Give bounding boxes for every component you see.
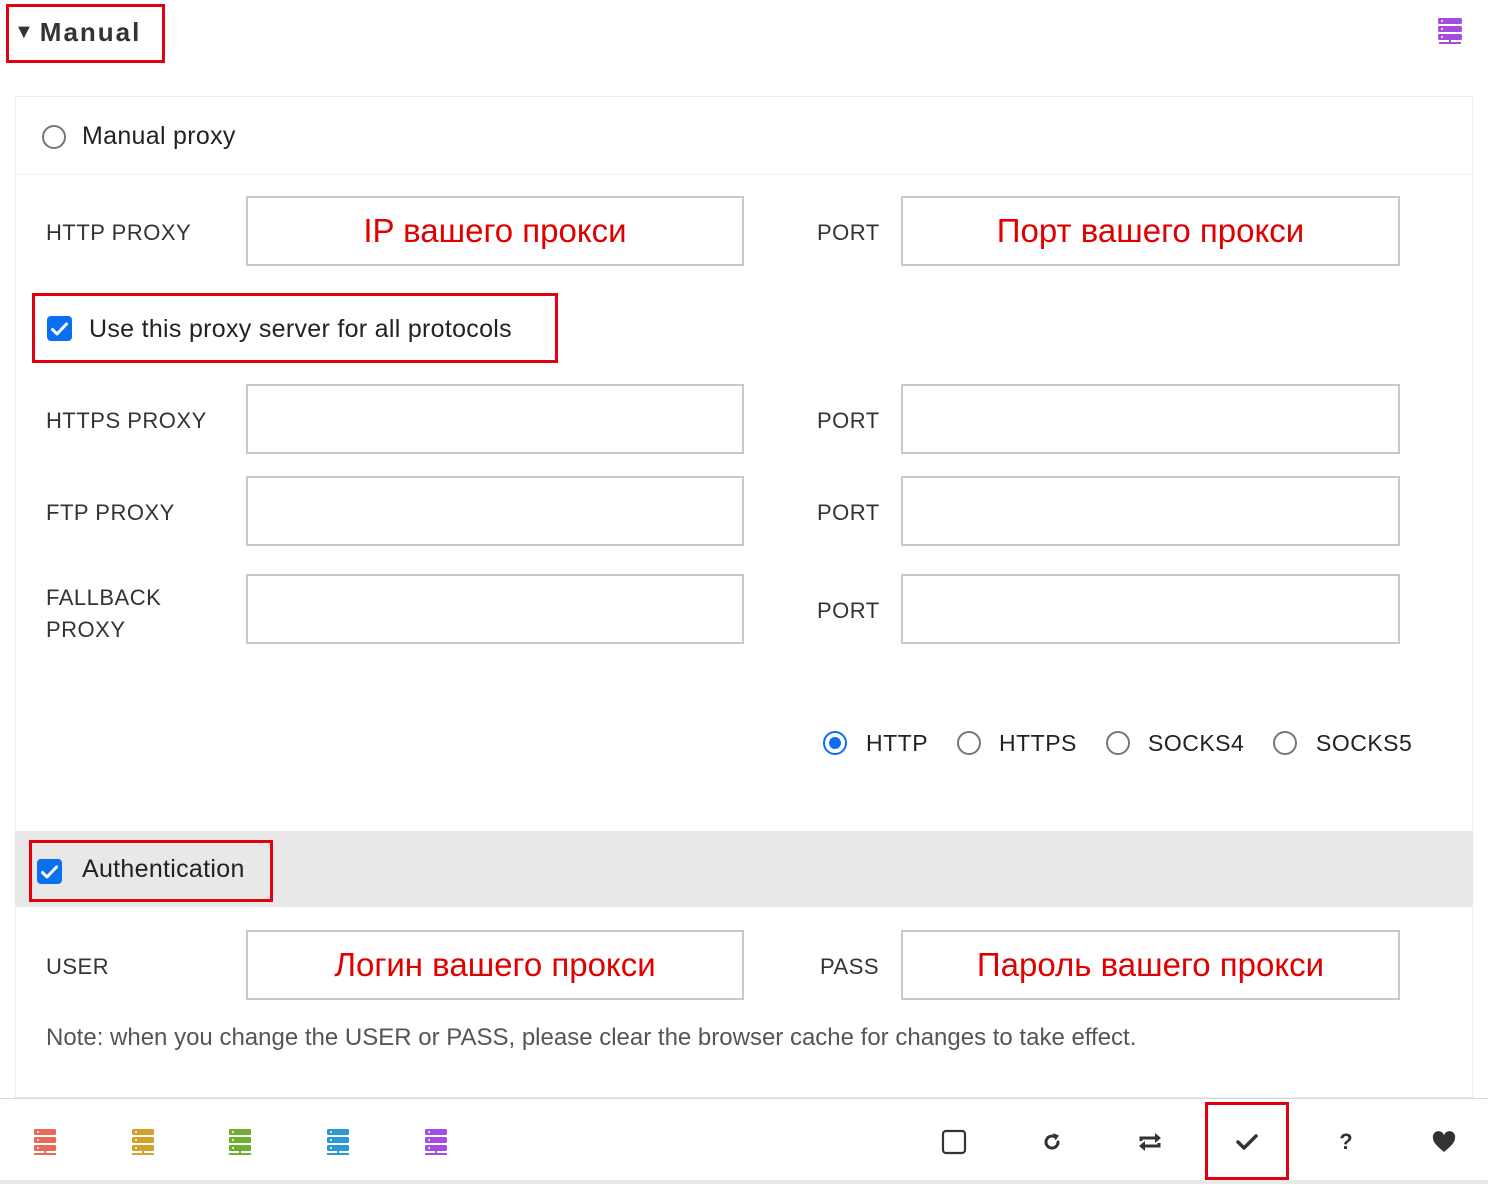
use-all-protocols-label: Use this proxy server for all protocols [89,315,512,343]
user-input[interactable]: Логин вашего прокси [246,930,744,1000]
https-port-label: PORT [817,408,880,433]
fallback-label-line1: FALLBACK [46,585,162,610]
https-port-input[interactable] [901,384,1400,454]
protocol-radio-http[interactable] [823,731,847,755]
manual-proxy-radio[interactable] [42,125,66,149]
fallback-port-input[interactable] [901,574,1400,644]
auth-note: Note: when you change the USER or PASS, … [46,1024,1137,1051]
http-port-label: PORT [817,220,880,245]
protocol-radio-https[interactable] [957,731,981,755]
protocol-label-http: HTTP [866,730,929,756]
http-proxy-label: HTTP PROXY [46,220,192,245]
server-icon[interactable] [422,1128,450,1156]
https-proxy-input[interactable] [246,384,744,454]
protocol-label-https: HTTPS [999,730,1077,756]
server-icon[interactable] [324,1128,352,1156]
user-label: USER [46,954,110,979]
server-icon[interactable] [226,1128,254,1156]
authentication-checkbox[interactable] [37,859,62,884]
pass-label: PASS [820,954,880,979]
annotation-box-apply [1205,1102,1289,1180]
heart-icon[interactable] [1428,1126,1460,1158]
pass-input[interactable]: Пароль вашего прокси [901,930,1400,1000]
ftp-port-label: PORT [817,500,880,525]
ftp-proxy-label: FTP PROXY [46,500,175,525]
protocol-radio-socks5[interactable] [1273,731,1297,755]
fallback-proxy-label: FALLBACK PROXY [46,582,161,646]
reload-icon[interactable] [1036,1126,1068,1158]
repeat-icon[interactable] [1134,1126,1166,1158]
divider [15,174,1473,175]
authentication-label: Authentication [82,855,245,883]
fallback-proxy-input[interactable] [246,574,744,644]
help-icon[interactable]: ? [1330,1126,1362,1158]
ftp-port-input[interactable] [901,476,1400,546]
https-proxy-label: HTTPS PROXY [46,408,207,433]
server-icon[interactable] [129,1128,157,1156]
server-icon[interactable] [31,1128,59,1156]
fallback-label-line2: PROXY [46,617,126,642]
checkbox-icon[interactable] [938,1126,970,1158]
annotation-box-title [6,4,165,63]
window-bottom-edge [0,1180,1488,1184]
protocol-label-socks5: SOCKS5 [1316,730,1413,756]
http-proxy-input[interactable]: IP вашего прокси [246,196,744,266]
help-glyph: ? [1339,1129,1353,1154]
fallback-port-label: PORT [817,598,880,623]
ftp-proxy-input[interactable] [246,476,744,546]
server-icon[interactable] [1436,17,1464,45]
use-all-protocols-checkbox[interactable] [47,316,72,341]
manual-proxy-label: Manual proxy [82,122,236,150]
http-port-input[interactable]: Порт вашего прокси [901,196,1400,266]
protocol-radio-socks4[interactable] [1106,731,1130,755]
protocol-label-socks4: SOCKS4 [1148,730,1245,756]
